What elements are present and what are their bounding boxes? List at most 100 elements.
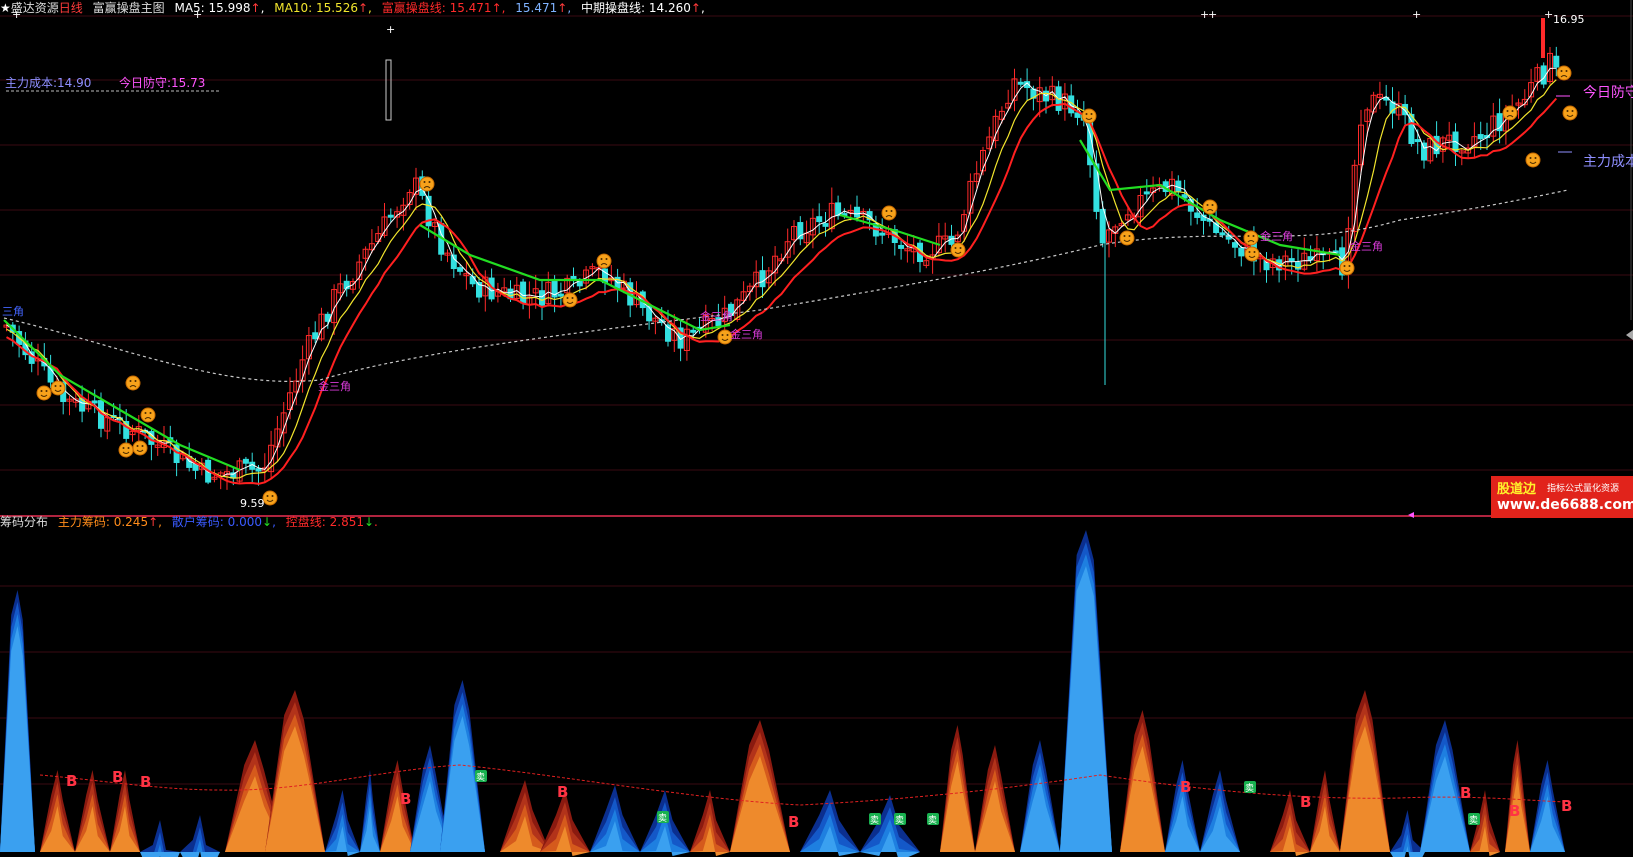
candle-body (520, 281, 527, 304)
buy-signal-mark: B (788, 813, 799, 831)
retail-chip-area (1200, 770, 1240, 852)
svg-text:卖: 卖 (1469, 815, 1478, 826)
candle-body (469, 276, 476, 285)
sad-face-icon (596, 253, 612, 269)
candle-body (898, 244, 905, 249)
golden-triangle-label: 金三角 (1350, 239, 1383, 253)
candle-body (1553, 55, 1560, 68)
candle-body (1288, 258, 1295, 262)
happy-face-icon (1244, 246, 1260, 262)
down-arrow-icon: ↓ (262, 515, 273, 529)
svg-text:卖: 卖 (1245, 783, 1254, 794)
happy-face-icon (50, 380, 66, 396)
buy-signal-mark: B (112, 768, 123, 786)
main-chip-area (1340, 690, 1390, 852)
buy-signal-mark: B (1561, 797, 1572, 815)
happy-face-icon (118, 442, 134, 458)
golden-triangle-label: 金三角 (318, 379, 351, 393)
retail-chip-area (360, 770, 380, 852)
sub-title[interactable]: 筹码分布 (0, 515, 48, 529)
candle-body (822, 223, 829, 227)
candle-body (539, 290, 545, 306)
watermark-brand: 股道边 (1497, 482, 1537, 497)
sad-face-icon (881, 205, 897, 221)
golden-triangle-label: 金三角 (700, 309, 733, 323)
sad-face-icon (419, 176, 435, 192)
left-triangle-label: 三角 (2, 305, 24, 318)
candle-body (1238, 247, 1245, 257)
candle-body (91, 400, 98, 404)
right-cost-label: 主力成本 (1583, 154, 1633, 170)
main-chip-readout: 主力筹码: 0.245↑, (57, 515, 162, 529)
down-arrow-icon: ↓ (363, 515, 375, 529)
main-chip-area (500, 780, 550, 852)
happy-face-icon (36, 385, 52, 401)
plus-marker-icon: + (1412, 8, 1421, 21)
plus-marker-icon: + (193, 8, 202, 21)
main-cost-label: 主力成本:14.90 (5, 76, 92, 90)
sell-signal-mark: 卖 (927, 813, 939, 826)
main-chip-area (690, 790, 730, 856)
right-edge-arrow-icon (1626, 330, 1633, 340)
candle-body (1219, 232, 1226, 236)
plus-marker-icon: + (12, 8, 21, 21)
watermark-logo: 股道边 指标公式量化资源 www.de6688.com (1491, 476, 1633, 518)
happy-face-icon (1525, 152, 1541, 168)
candle-body (816, 216, 823, 223)
defense-label: 今日防守:15.73 (119, 76, 206, 90)
spike-candle (385, 59, 392, 121)
sell-signal-mark: 卖 (869, 813, 881, 826)
retail-chip-readout: 散户筹码: 0.000↓, (171, 515, 276, 529)
chart-canvas[interactable]: 金三角金三角金三角金三角金三角+ ++++ + +B B BB BBBB B BB卖卖卖卖卖卖卖 (0, 0, 1633, 857)
sad-face-icon (1202, 199, 1218, 215)
svg-text:卖: 卖 (476, 772, 485, 783)
sell-signal-mark: 卖 (1468, 813, 1480, 826)
retail-chip-area (1020, 740, 1060, 852)
retail-chip-label: 散户筹码: (171, 515, 224, 529)
buy-signal-mark: B (1460, 784, 1471, 802)
buy-signal-mark: B (1509, 802, 1520, 820)
candle-body (879, 232, 886, 236)
candle-body (1017, 81, 1024, 85)
retail-chip-area (140, 820, 180, 857)
sad-face-icon (1243, 230, 1259, 246)
main-chip-area (265, 690, 325, 852)
happy-face-icon (1119, 230, 1135, 246)
main-chip-area (940, 725, 975, 852)
retail-chip-area (1530, 760, 1565, 852)
retail-chip-area (440, 680, 485, 852)
candle-body (690, 329, 697, 333)
retail-chip-area (180, 815, 220, 857)
control-readout: 控盘线: 2.851↓. (285, 515, 378, 529)
svg-text:卖: 卖 (895, 815, 904, 826)
golden-triangle-label: 金三角 (730, 327, 763, 341)
candle-body (387, 214, 394, 218)
svg-text:卖: 卖 (658, 813, 667, 824)
candle-body (1477, 134, 1484, 140)
main-chip-area (730, 720, 790, 852)
main-chip-area (1310, 770, 1340, 852)
candle-body (1232, 242, 1238, 248)
candle-body (646, 305, 653, 322)
watermark-url: www.de6688.com (1497, 497, 1633, 513)
sub-chart-header: 筹码分布 主力筹码: 0.245↑, 散户筹码: 0.000↓, 控盘线: 2.… (0, 514, 384, 530)
up-arrow-icon: ↑ (148, 515, 159, 529)
chip-distribution (0, 530, 1565, 857)
happy-face-icon (562, 292, 578, 308)
happy-face-icon (1339, 260, 1355, 276)
long-term-line (3, 189, 1569, 383)
candle-body (1194, 212, 1201, 218)
sell-signal-mark: 卖 (657, 811, 669, 824)
sad-face-icon (125, 375, 141, 391)
right-defense-label: 今日防守 (1583, 85, 1633, 101)
midterm-line (1079, 139, 1341, 257)
main-chip-area (975, 745, 1015, 852)
candle-body (1143, 191, 1150, 195)
candle-body (570, 275, 577, 279)
ma10-line (6, 79, 1557, 479)
candle-body (255, 468, 262, 472)
buy-signal-mark: B (1180, 778, 1191, 796)
candle-body (1099, 208, 1106, 244)
buy-signal-mark: B (66, 772, 77, 790)
grid-lines (0, 15, 1633, 785)
